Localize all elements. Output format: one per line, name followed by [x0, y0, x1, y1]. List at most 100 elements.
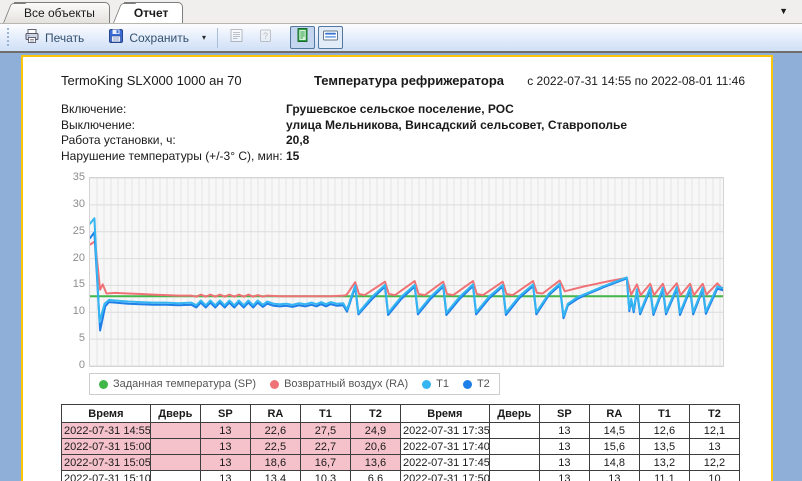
table-cell: 2022-07-31 15:10 [62, 471, 151, 481]
table-cell: 13 [589, 471, 639, 481]
save-button[interactable]: Сохранить [100, 24, 197, 51]
info-value: 15 [286, 149, 299, 165]
table-header-cell: Дверь [489, 405, 539, 423]
report-table: ВремяДверьSPRAT1T2ВремяДверьSPRAT1T2 202… [61, 404, 740, 481]
tab-overflow-arrow-icon[interactable]: ▼ [779, 7, 788, 16]
table-cell [150, 455, 200, 471]
app-window: Все объекты Отчет ▼ Печать Сохранить ▾ [0, 0, 802, 481]
table-header-cell: T1 [300, 405, 350, 423]
table-cell: 13,2 [639, 455, 689, 471]
table-cell: 14,8 [589, 455, 639, 471]
table-cell: 13 [689, 439, 739, 455]
table-cell: 22,7 [300, 439, 350, 455]
tab-all-objects[interactable]: Все объекты [14, 2, 110, 23]
report-page: TermoKing SLX000 1000 ан 70 Температура … [21, 55, 773, 481]
toolbar-separator [217, 28, 218, 48]
table-row: 2022-07-31 15:001322,522,720,62022-07-31… [62, 439, 740, 455]
table-cell: 13 [539, 439, 589, 455]
legend-label: Заданная температура (SP) [113, 378, 256, 390]
report-table-body: 2022-07-31 14:551322,627,524,92022-07-31… [62, 423, 740, 481]
tab-report[interactable]: Отчет [124, 2, 184, 23]
tab-report-label: Отчет [134, 6, 169, 20]
table-cell: 13 [539, 455, 589, 471]
table-header-cell: Дверь [150, 405, 200, 423]
y-tick-label: 0 [61, 360, 85, 371]
info-label: Нарушение температуры (+/-3° С), мин: [61, 149, 286, 165]
table-cell [150, 471, 200, 481]
table-cell [489, 471, 539, 481]
svg-text:?: ? [263, 31, 268, 41]
table-cell: 2022-07-31 17:40 [400, 439, 489, 455]
legend-item: Заданная температура (SP) [99, 378, 256, 390]
table-cell: 24,9 [350, 423, 400, 439]
table-cell: 27,5 [300, 423, 350, 439]
table-header-cell: SP [200, 405, 250, 423]
y-tick-label: 5 [61, 333, 85, 344]
info-row-power-on: Включение: Грушевское сельское поселение… [61, 102, 745, 118]
save-floppy-icon [108, 28, 124, 47]
table-cell: 6,6 [350, 471, 400, 481]
table-cell: 13 [200, 423, 250, 439]
tab-all-objects-label: Все объекты [24, 6, 95, 20]
table-cell: 13 [200, 455, 250, 471]
save-button-label: Сохранить [129, 31, 189, 45]
report-body: TermoKing SLX000 1000 ан 70 Температура … [23, 57, 771, 481]
table-header-cell: Время [400, 405, 489, 423]
table-cell: 13 [539, 471, 589, 481]
help-button[interactable]: ? [253, 26, 278, 49]
toolbar-grip-handle[interactable] [6, 28, 10, 48]
table-row: 2022-07-31 15:101313,410,36,62022-07-31 … [62, 471, 740, 481]
table-cell: 22,6 [250, 423, 300, 439]
y-tick-label: 10 [61, 306, 85, 317]
table-header-cell: RA [589, 405, 639, 423]
info-row-work-hours: Работа установки, ч: 20,8 [61, 133, 745, 149]
device-name: TermoKing SLX000 1000 ан 70 [61, 73, 301, 88]
table-header-cell: SP [539, 405, 589, 423]
y-tick-label: 20 [61, 253, 85, 264]
table-header-cell: T2 [689, 405, 739, 423]
table-cell: 2022-07-31 15:00 [62, 439, 151, 455]
page-setup-button[interactable] [224, 26, 249, 49]
save-dropdown-caret-icon[interactable]: ▾ [197, 30, 211, 45]
table-cell: 22,5 [250, 439, 300, 455]
table-cell: 2022-07-31 17:50 [400, 471, 489, 481]
print-button-label: Печать [45, 31, 84, 45]
table-cell: 10,3 [300, 471, 350, 481]
table-cell: 10 [689, 471, 739, 481]
table-cell: 12,1 [689, 423, 739, 439]
table-cell [489, 439, 539, 455]
report-period: с 2022-07-31 14:55 по 2022-08-01 11:46 [517, 74, 745, 88]
print-button[interactable]: Печать [16, 24, 92, 51]
chart-svg [90, 178, 723, 366]
chart-legend: Заданная температура (SP) Возвратный возд… [89, 373, 500, 395]
table-cell: 13,4 [250, 471, 300, 481]
table-cell: 13 [200, 471, 250, 481]
portrait-view-toggle[interactable] [290, 26, 315, 49]
question-mark-icon: ? [258, 28, 273, 48]
info-row-power-off: Выключение: улица Мельникова, Винсадский… [61, 118, 745, 134]
landscape-view-toggle[interactable] [318, 26, 343, 49]
info-label: Работа установки, ч: [61, 133, 286, 149]
table-header-cell: RA [250, 405, 300, 423]
table-cell: 13,5 [639, 439, 689, 455]
legend-dot-icon [99, 380, 108, 389]
report-header: TermoKing SLX000 1000 ан 70 Температура … [61, 73, 745, 88]
table-cell: 2022-07-31 15:05 [62, 455, 151, 471]
toolbar: Печать Сохранить ▾ ? [0, 24, 802, 53]
chart-y-axis: 05101520253035 [61, 177, 85, 367]
info-label: Выключение: [61, 118, 286, 134]
legend-dot-icon [422, 380, 431, 389]
report-preview-area: TermoKing SLX000 1000 ан 70 Температура … [0, 53, 802, 479]
legend-label: Возвратный воздух (RA) [284, 378, 408, 390]
y-tick-label: 25 [61, 226, 85, 237]
info-value: улица Мельникова, Винсадский сельсовет, … [286, 118, 627, 134]
table-cell: 13 [539, 423, 589, 439]
y-tick-label: 15 [61, 279, 85, 290]
legend-item: T1 [422, 378, 449, 390]
table-cell: 15,6 [589, 439, 639, 455]
document-lines-icon [229, 28, 244, 48]
info-row-violation-minutes: Нарушение температуры (+/-3° С), мин: 15 [61, 149, 745, 165]
green-page-icon [295, 27, 310, 48]
table-cell: 12,2 [689, 455, 739, 471]
table-cell: 13 [200, 439, 250, 455]
